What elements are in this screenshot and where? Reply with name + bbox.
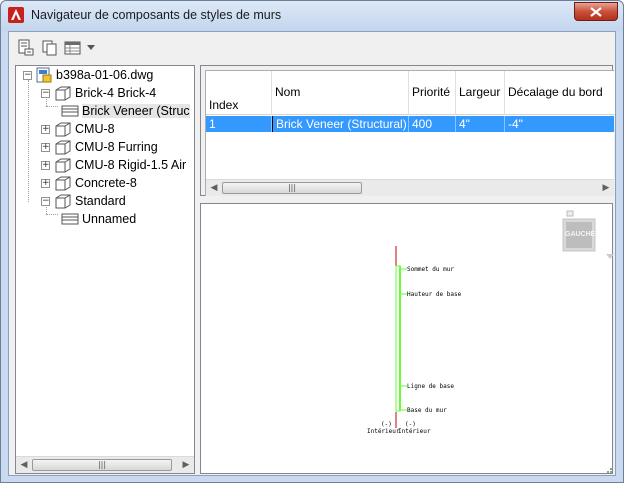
label-marker-left: (-) — [381, 421, 392, 428]
wall-style-icon — [55, 194, 71, 209]
tree-item-label: Unnamed — [82, 212, 137, 226]
tree-item-label: Standard — [75, 194, 126, 208]
cell-priorite[interactable]: 400 — [409, 116, 456, 132]
column-header-decalage[interactable]: Décalage du bord — [505, 71, 615, 115]
tree-horizontal-scrollbar[interactable]: ◀ ||| ▶ — [16, 456, 194, 473]
label-bottom: Base du mur — [407, 407, 447, 414]
wall-style-icon — [55, 158, 71, 173]
grid-header: Index Nom Priorité Largeur Décalage du b… — [206, 71, 615, 115]
scroll-right-icon[interactable]: ▶ — [178, 457, 194, 473]
cell-nom[interactable]: Brick Veneer (Structural) — [272, 116, 409, 132]
components-grid-panel: Index Nom Priorité Largeur Décalage du b… — [200, 65, 615, 196]
viewcube-menu-icon[interactable] — [606, 254, 614, 260]
tree-item-label: CMU-8 Furring — [75, 140, 158, 154]
autocad-app-icon — [8, 7, 24, 23]
label-interior: Intérieur — [398, 428, 431, 435]
label-height: Hauteur de base — [407, 291, 462, 298]
label-exterior: Intérieur — [367, 428, 400, 435]
label-baseline: Ligne de base — [407, 383, 454, 390]
expand-icon[interactable]: + — [41, 178, 50, 188]
column-header-largeur[interactable]: Largeur — [456, 71, 505, 115]
style-tree: − b398a-01-06.dwg − Brick-4 Brick-4 Bric… — [15, 65, 195, 474]
grid-horizontal-scrollbar[interactable]: ◀ ||| ▶ — [206, 179, 614, 196]
expand-icon[interactable]: + — [41, 142, 50, 152]
wall-style-icon — [55, 140, 71, 155]
label-top: Sommet du mur — [407, 266, 454, 273]
column-header-nom[interactable]: Nom — [272, 71, 409, 115]
tree-item-label: CMU-8 Rigid-1.5 Air — [75, 158, 187, 172]
wall-preview: GAUCHE Sommet du mur Hauteur de base Lig… — [200, 203, 614, 474]
wall-style-icon — [55, 86, 71, 101]
drawing-file-icon — [36, 67, 52, 83]
scroll-thumb[interactable]: ||| — [32, 459, 172, 471]
tree-item-standard[interactable]: − Standard — [41, 192, 126, 210]
scroll-left-icon[interactable]: ◀ — [16, 457, 32, 473]
resize-grip-icon[interactable] — [603, 464, 613, 474]
client-area: − b398a-01-06.dwg − Brick-4 Brick-4 Bric… — [8, 31, 616, 476]
wall-component-icon — [61, 105, 79, 117]
cell-largeur[interactable]: 4" — [456, 116, 505, 132]
viewcube-label: GAUCHE — [565, 231, 596, 238]
expand-icon[interactable]: + — [41, 124, 50, 134]
scroll-thumb[interactable]: ||| — [222, 182, 362, 194]
home-icon[interactable] — [566, 209, 574, 217]
wall-style-icon — [55, 176, 71, 191]
title-bar: Navigateur de composants de styles de mu… — [1, 1, 623, 31]
cell-decalage[interactable]: -4" — [505, 116, 614, 132]
tree-item-brick-4[interactable]: − Brick-4 Brick-4 — [41, 84, 156, 102]
chevron-down-icon[interactable] — [87, 45, 95, 51]
tree-item-cmu-8[interactable]: + CMU-8 — [41, 120, 115, 138]
copy-icon[interactable] — [41, 39, 59, 57]
wall-component-icon — [61, 213, 79, 225]
components-grid: Index Nom Priorité Largeur Décalage du b… — [205, 70, 615, 196]
tree-item-label: Concrete-8 — [75, 176, 137, 190]
label-marker-right: (-) — [405, 421, 416, 428]
tree-item-label: Brick-4 Brick-4 — [75, 86, 157, 100]
tree-item-concrete-8[interactable]: + Concrete-8 — [41, 174, 137, 192]
column-header-priorite[interactable]: Priorité — [409, 71, 456, 115]
table-row[interactable]: 1 Brick Veneer (Structural) 400 4" -4" — [206, 116, 614, 132]
wall-style-browser-window: Navigateur de composants de styles de mu… — [0, 0, 624, 483]
collapse-icon[interactable]: − — [41, 88, 50, 98]
window-title: Navigateur de composants de styles de mu… — [31, 8, 282, 22]
tree-item-brick-veneer[interactable]: Brick Veneer (Struc — [57, 102, 190, 120]
close-button[interactable] — [574, 2, 618, 21]
tree-item-label: Brick Veneer (Struc — [82, 104, 190, 118]
scroll-right-icon[interactable]: ▶ — [598, 180, 614, 196]
expand-icon[interactable]: + — [41, 160, 50, 170]
column-header-index[interactable]: Index — [206, 71, 272, 115]
table-view-icon[interactable] — [64, 39, 82, 57]
collapse-icon[interactable]: − — [23, 70, 32, 80]
tree-item-cmu-8-furring[interactable]: + CMU-8 Furring — [41, 138, 158, 156]
tree-item-label: CMU-8 — [75, 122, 115, 136]
scroll-left-icon[interactable]: ◀ — [206, 180, 222, 196]
new-component-icon[interactable] — [17, 39, 35, 57]
wall-style-icon — [55, 122, 71, 137]
tree-item-unnamed[interactable]: Unnamed — [57, 210, 136, 228]
tree-item-cmu-8-rigid[interactable]: + CMU-8 Rigid-1.5 Air — [41, 156, 186, 174]
close-icon — [590, 6, 602, 17]
collapse-icon[interactable]: − — [41, 196, 50, 206]
cell-index[interactable]: 1 — [206, 116, 272, 132]
toolbar — [9, 32, 615, 62]
viewcube[interactable]: GAUCHE — [562, 218, 596, 252]
tree-root-label: b398a-01-06.dwg — [56, 68, 154, 82]
tree-root[interactable]: − b398a-01-06.dwg — [23, 66, 153, 84]
